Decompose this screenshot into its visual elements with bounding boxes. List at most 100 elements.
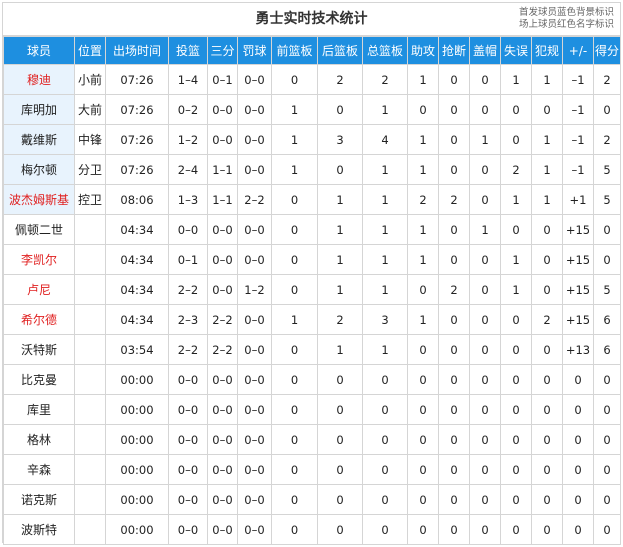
fouls-cell: 0 (531, 94, 563, 125)
minutes-cell: 07:26 (105, 94, 169, 125)
defensive-rebounds-cell: 0 (317, 484, 363, 515)
position-cell (74, 274, 106, 305)
plus-minus-cell: 0 (562, 364, 594, 395)
player-name-cell[interactable]: 佩顿二世 (3, 214, 75, 245)
blocks-cell: 1 (469, 214, 501, 245)
position-cell: 分卫 (74, 154, 106, 185)
minutes-cell: 00:00 (105, 394, 169, 425)
offensive-rebounds-cell: 0 (271, 184, 318, 215)
plus-minus-cell: +15 (562, 304, 594, 335)
player-name-cell[interactable]: 辛森 (3, 454, 75, 485)
assists-cell: 0 (407, 394, 439, 425)
assists-cell: 1 (407, 214, 439, 245)
offensive-rebounds-cell: 0 (271, 214, 318, 245)
defensive-rebounds-cell: 0 (317, 424, 363, 455)
fouls-cell: 0 (531, 424, 563, 455)
player-name-cell[interactable]: 戴维斯 (3, 124, 75, 155)
fouls-cell: 0 (531, 454, 563, 485)
points-cell: 0 (593, 424, 621, 455)
plus-minus-cell: +15 (562, 274, 594, 305)
steals-cell: 0 (438, 364, 470, 395)
field-goals-cell: 0–0 (168, 424, 208, 455)
defensive-rebounds-cell: 1 (317, 244, 363, 275)
table-row: 波杰姆斯基 控卫 08:06 1–3 1–1 2–2 0 1 1 2 2 0 1 1 +1 5 (3, 184, 621, 215)
field-goals-cell: 1–4 (168, 64, 208, 95)
total-rebounds-cell: 1 (362, 274, 408, 305)
steals-cell: 0 (438, 334, 470, 365)
offensive-rebounds-cell: 0 (271, 454, 318, 485)
col-header-reb: 总篮板 (362, 36, 408, 65)
player-name-cell[interactable]: 梅尔顿 (3, 154, 75, 185)
defensive-rebounds-cell: 2 (317, 304, 363, 335)
three-pointers-cell: 2–2 (207, 334, 238, 365)
steals-cell: 0 (438, 514, 470, 545)
col-header-plus-minus: +/- (562, 36, 594, 65)
assists-cell: 0 (407, 94, 439, 125)
assists-cell: 2 (407, 184, 439, 215)
col-header-blk: 盖帽 (469, 36, 501, 65)
player-name-cell[interactable]: 波杰姆斯基 (3, 184, 75, 215)
turnovers-cell: 1 (500, 64, 532, 95)
field-goals-cell: 2–2 (168, 274, 208, 305)
plus-minus-cell: 0 (562, 454, 594, 485)
three-pointers-cell: 1–1 (207, 154, 238, 185)
total-rebounds-cell: 1 (362, 154, 408, 185)
table-row: 李凯尔 04:34 0–1 0–0 0–0 0 1 1 1 0 0 1 0 +15 0 (3, 244, 621, 275)
assists-cell: 1 (407, 244, 439, 275)
points-cell: 5 (593, 184, 621, 215)
turnovers-cell: 2 (500, 154, 532, 185)
player-name-cell[interactable]: 诺克斯 (3, 484, 75, 515)
player-name-cell[interactable]: 希尔德 (3, 304, 75, 335)
header-row: 球员 位置 出场时间 投篮 三分 罚球 前篮板 后篮板 总篮板 助攻 抢断 盖帽… (3, 36, 621, 65)
position-cell (74, 364, 106, 395)
turnovers-cell: 0 (500, 334, 532, 365)
defensive-rebounds-cell: 1 (317, 184, 363, 215)
player-name-cell[interactable]: 格林 (3, 424, 75, 455)
table-row: 库明加 大前 07:26 0–2 0–0 0–0 1 0 1 0 0 0 0 0 –1 0 (3, 94, 621, 125)
fouls-cell: 0 (531, 394, 563, 425)
minutes-cell: 04:34 (105, 304, 169, 335)
player-name-cell[interactable]: 波斯特 (3, 514, 75, 545)
player-name-cell[interactable]: 库明加 (3, 94, 75, 125)
title-bar: 勇士实时技术统计 首发球员蓝色背景标识 场上球员红色名字标识 (3, 3, 620, 36)
field-goals-cell: 2–2 (168, 334, 208, 365)
col-header-ast: 助攻 (407, 36, 439, 65)
offensive-rebounds-cell: 0 (271, 364, 318, 395)
fouls-cell: 0 (531, 244, 563, 275)
blocks-cell: 0 (469, 64, 501, 95)
blocks-cell: 0 (469, 514, 501, 545)
legend-oncourt: 场上球员红色名字标识 (518, 19, 614, 30)
three-pointers-cell: 0–0 (207, 274, 238, 305)
total-rebounds-cell: 1 (362, 244, 408, 275)
player-name-cell[interactable]: 库里 (3, 394, 75, 425)
minutes-cell: 07:26 (105, 154, 169, 185)
player-name-cell[interactable]: 沃特斯 (3, 334, 75, 365)
player-name-cell[interactable]: 穆迪 (3, 64, 75, 95)
table-row: 诺克斯 00:00 0–0 0–0 0–0 0 0 0 0 0 0 0 0 0 0 (3, 484, 621, 515)
player-name-cell[interactable]: 李凯尔 (3, 244, 75, 275)
assists-cell: 0 (407, 424, 439, 455)
field-goals-cell: 2–3 (168, 304, 208, 335)
offensive-rebounds-cell: 0 (271, 484, 318, 515)
three-pointers-cell: 2–2 (207, 304, 238, 335)
assists-cell: 1 (407, 154, 439, 185)
three-pointers-cell: 0–0 (207, 244, 238, 275)
plus-minus-cell: +15 (562, 214, 594, 245)
blocks-cell: 0 (469, 94, 501, 125)
player-name-cell[interactable]: 卢尼 (3, 274, 75, 305)
col-header-ft: 罚球 (237, 36, 272, 65)
points-cell: 6 (593, 334, 621, 365)
fouls-cell: 2 (531, 304, 563, 335)
free-throws-cell: 0–0 (237, 514, 272, 545)
steals-cell: 0 (438, 94, 470, 125)
plus-minus-cell: –1 (562, 154, 594, 185)
turnovers-cell: 0 (500, 484, 532, 515)
player-name-cell[interactable]: 比克曼 (3, 364, 75, 395)
offensive-rebounds-cell: 0 (271, 274, 318, 305)
three-pointers-cell: 0–0 (207, 484, 238, 515)
fouls-cell: 1 (531, 154, 563, 185)
assists-cell: 1 (407, 304, 439, 335)
plus-minus-cell: 0 (562, 424, 594, 455)
defensive-rebounds-cell: 0 (317, 94, 363, 125)
defensive-rebounds-cell: 1 (317, 334, 363, 365)
